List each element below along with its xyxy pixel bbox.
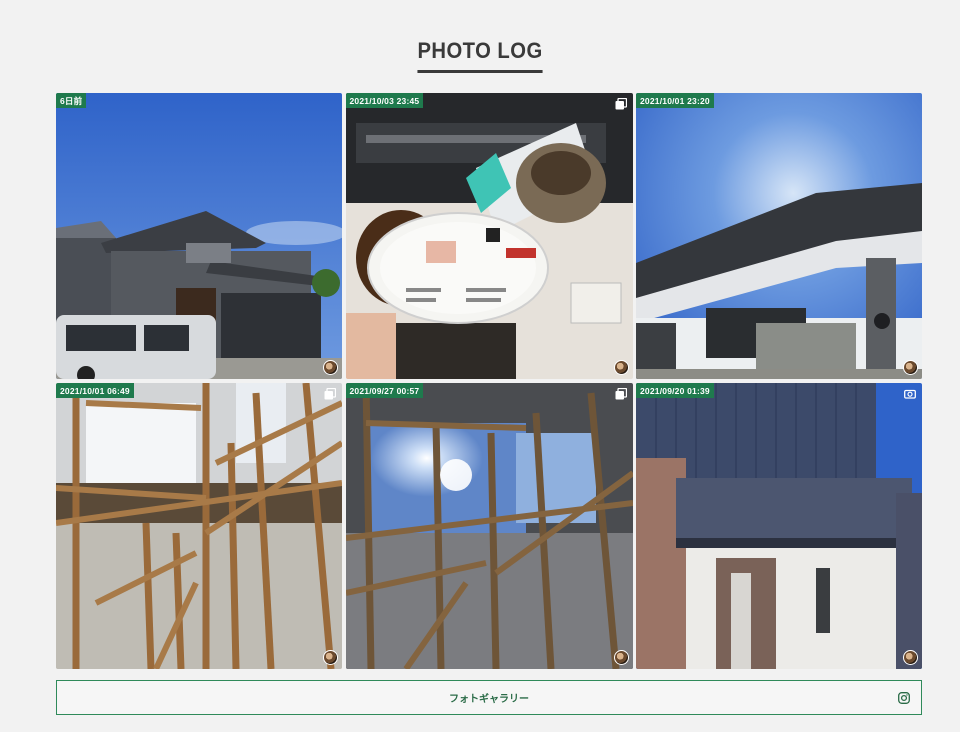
section-header: PHOTO LOG [0, 38, 960, 73]
avatar [613, 360, 629, 375]
avatar [613, 650, 629, 665]
photo-tile[interactable]: 2021/10/01 06:49 [56, 383, 342, 669]
photo-tile[interactable]: 6日前 [56, 93, 342, 379]
instagram-icon [898, 692, 910, 704]
avatar [903, 650, 918, 665]
photo-image [56, 93, 342, 379]
photo-grid: 6日前 2021/10/03 23:45 2021/10/01 23:20 20… [56, 93, 922, 669]
avatar [323, 650, 338, 665]
photo-date-badge: 2021/10/01 23:20 [636, 93, 714, 108]
avatar [323, 360, 338, 375]
photo-tile[interactable]: 2021/10/03 23:45 [345, 93, 633, 379]
carousel-icon [615, 388, 627, 400]
photo-date-badge: 2021/09/27 00:57 [345, 383, 424, 398]
photo-image [636, 93, 922, 379]
photo-image [345, 383, 633, 669]
section-title: PHOTO LOG [417, 38, 543, 73]
photo-tile[interactable]: 2021/09/20 01:39 [636, 383, 922, 669]
photo-date-badge: 6日前 [56, 93, 87, 108]
photo-gallery-label: フォトギャラリー [449, 694, 529, 705]
carousel-icon [324, 388, 336, 400]
video-icon [904, 389, 916, 399]
photo-date-badge: 2021/10/03 23:45 [345, 93, 424, 108]
photo-date-badge: 2021/09/20 01:39 [636, 383, 714, 398]
avatar [903, 360, 918, 375]
photo-image [636, 383, 922, 669]
photo-tile[interactable]: 2021/10/01 23:20 [636, 93, 922, 379]
photo-image [56, 383, 342, 669]
carousel-icon [615, 98, 627, 110]
photo-image [345, 93, 633, 379]
photo-gallery-button[interactable]: フォトギャラリー [56, 680, 922, 715]
photo-tile[interactable]: 2021/09/27 00:57 [345, 383, 633, 669]
photo-date-badge: 2021/10/01 06:49 [56, 383, 134, 398]
